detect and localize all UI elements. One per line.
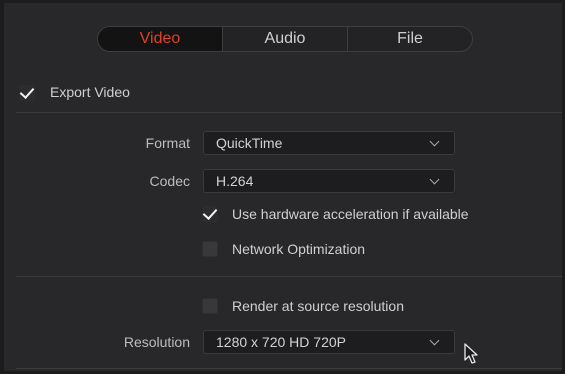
chevron-down-icon [429,174,440,184]
network-optimization-label: Network Optimization [232,241,366,257]
resolution-value: 1280 x 720 HD 720P [216,334,346,350]
hardware-acceleration-label: Use hardware acceleration if available [232,206,469,222]
divider [16,112,562,113]
tab-bar: Video Audio File [97,26,473,52]
export-settings-panel: Video Audio File Export Video Format Qui… [0,0,565,374]
codec-dropdown[interactable]: H.264 [203,169,455,193]
tab-video[interactable]: Video [98,27,222,51]
codec-value: H.264 [216,173,254,189]
render-source-resolution-label: Render at source resolution [232,298,404,314]
checkmark-icon [19,83,35,100]
format-label: Format [145,135,190,151]
format-value: QuickTime [216,135,283,151]
render-source-resolution-checkbox[interactable] [202,298,218,314]
resolution-dropdown[interactable]: 1280 x 720 HD 720P [203,330,455,354]
chevron-down-icon [429,136,440,146]
codec-label: Codec [149,173,190,189]
export-video-checkbox[interactable] [19,83,35,101]
hardware-acceleration-checkbox[interactable] [202,204,218,222]
checkmark-icon [202,204,218,221]
chevron-down-icon [429,335,440,345]
format-dropdown[interactable]: QuickTime [203,131,455,155]
network-optimization-checkbox[interactable] [202,241,218,257]
resolution-label: Resolution [123,334,190,350]
mouse-pointer-icon [464,343,478,364]
export-video-label: Export Video [50,84,130,100]
divider [16,276,562,277]
tab-file[interactable]: File [347,27,472,51]
divider [16,368,562,369]
tab-audio[interactable]: Audio [222,27,347,51]
